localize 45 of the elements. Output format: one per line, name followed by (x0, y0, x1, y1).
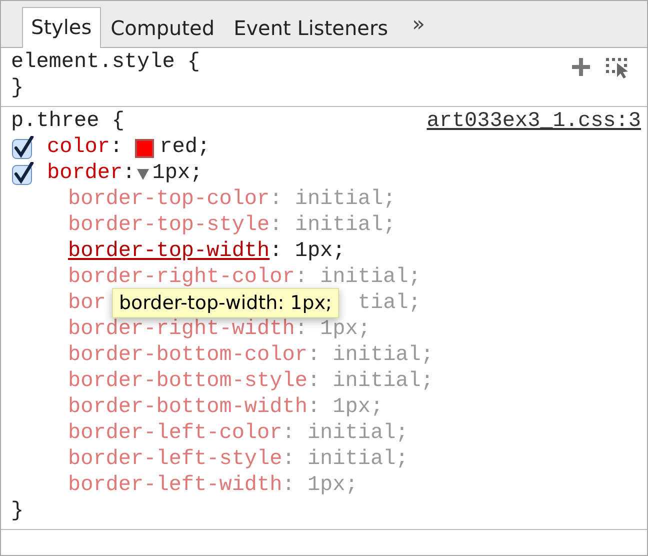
property-value[interactable]: red; (160, 135, 210, 161)
checkbox[interactable] (11, 136, 35, 160)
color-swatch[interactable] (134, 138, 154, 158)
colon: : (122, 161, 136, 187)
more-tabs-button[interactable]: » (404, 12, 433, 36)
closing-brace: } (11, 499, 25, 525)
property-name[interactable]: border-left-color (68, 421, 282, 447)
plus-icon[interactable] (571, 57, 591, 77)
property-value: : initial; (307, 369, 434, 395)
selector: element.style { (11, 50, 200, 76)
property-name[interactable]: border-right-color (68, 265, 295, 291)
tab[interactable]: Computed (102, 8, 224, 48)
collapse-triangle-icon[interactable] (136, 167, 150, 181)
property-name[interactable]: border-bottom-color (68, 343, 308, 369)
property-name[interactable]: border-left-style (68, 447, 282, 473)
property-value: : initial; (270, 213, 396, 239)
property-name[interactable]: color (47, 135, 110, 161)
tab[interactable]: Event Listeners (224, 8, 398, 48)
property-name[interactable]: border-bottom-width (68, 395, 308, 421)
property-name[interactable]: border-right-width (68, 317, 295, 343)
property-value[interactable]: 1px; (152, 161, 203, 187)
property-name[interactable]: border-top-color (68, 187, 270, 213)
property-value: : 1px; (307, 395, 384, 421)
selector: p.three { (11, 109, 124, 135)
property-name[interactable]: border-top-style (68, 213, 270, 239)
property-value: : initial; (282, 447, 408, 473)
property-name[interactable]: border-left-width (68, 473, 282, 499)
property-value: : 1px; (294, 317, 370, 343)
property-name[interactable]: border-top-width (68, 239, 270, 265)
property-name[interactable]: border-bottom-style (68, 369, 308, 395)
property-value: : 1px; (282, 473, 358, 499)
property-value: : initial; (307, 343, 434, 369)
property-value: : initial; (282, 421, 408, 447)
property-name[interactable]: bor (68, 291, 106, 317)
property-value: : 1px; (270, 239, 346, 265)
property-name[interactable]: border (47, 161, 123, 187)
closing-brace: } (11, 76, 25, 102)
property-value: : initial; (294, 265, 421, 291)
tab[interactable]: Styles (22, 7, 101, 48)
tooltip: border-top-width: 1px; (112, 288, 339, 318)
property-value: tial; (358, 291, 421, 317)
property-value: : initial; (270, 187, 396, 213)
checkbox[interactable] (11, 162, 35, 186)
colon: : (110, 135, 123, 161)
source-link[interactable]: art033ex3_1.css:3 (426, 109, 641, 135)
